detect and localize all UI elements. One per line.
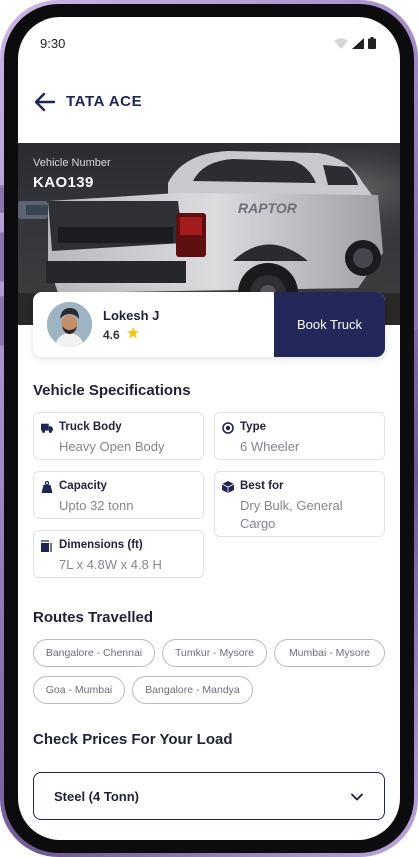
box-icon (222, 481, 234, 493)
status-icons (334, 37, 376, 49)
driver-photo (47, 302, 92, 347)
spec-label: Dimensions (ft) (59, 539, 143, 551)
route-chip[interactable]: Mumbai - Mysore (274, 639, 385, 667)
signal-icon (352, 38, 364, 49)
spec-label: Capacity (59, 480, 107, 492)
star-icon (127, 327, 139, 339)
chevron-down-icon (351, 793, 363, 801)
spec-value: Upto 32 tonn (59, 498, 134, 513)
wifi-icon (334, 38, 348, 49)
spec-card-dimensions: Dimensions (ft) 7L x 4.8W x 4.8 H (33, 530, 204, 578)
book-truck-button[interactable]: Book Truck (274, 292, 385, 357)
weight-icon (41, 481, 53, 493)
spec-label: Best for (240, 480, 284, 492)
driver-card: Lokesh J 4.6 Book Truck (33, 292, 385, 357)
spec-label: Type (240, 421, 266, 433)
prices-title: Check Prices For Your Load (33, 731, 233, 748)
truck-icon (41, 423, 53, 433)
status-time: 9:30 (40, 36, 66, 51)
spec-label: Truck Body (59, 421, 122, 433)
vehicle-number-label: Vehicle Number (33, 157, 111, 169)
driver-avatar (47, 302, 92, 347)
spec-card-type: Type 6 Wheeler (214, 412, 385, 460)
driver-rating: 4.6 (103, 328, 120, 342)
back-arrow-icon[interactable] (34, 91, 56, 113)
page-title: TATA ACE (66, 93, 143, 110)
spec-card-best-for: Best for Dry Bulk, General Cargo (214, 471, 385, 537)
route-chip[interactable]: Goa - Mumbai (33, 676, 125, 704)
phone-side-button (414, 250, 418, 330)
app-header: TATA ACE (18, 77, 400, 127)
load-select[interactable]: Steel (4 Tonn) (33, 772, 385, 820)
route-chip[interactable]: Tumkur - Mysore (162, 639, 267, 667)
route-chip[interactable]: Bangalore - Chennai (33, 639, 155, 667)
spec-card-capacity: Capacity Upto 32 tonn (33, 471, 204, 519)
routes-title: Routes Travelled (33, 609, 154, 626)
spec-card-truck-body: Truck Body Heavy Open Body (33, 412, 204, 460)
status-bar: 9:30 (18, 17, 400, 69)
vehicle-number: KAO139 (33, 174, 94, 191)
spec-value: 7L x 4.8W x 4.8 H (59, 557, 162, 572)
spec-value: 6 Wheeler (240, 439, 300, 454)
dimensions-icon (41, 540, 52, 552)
load-select-value: Steel (4 Tonn) (54, 789, 139, 804)
spec-value: Dry Bulk, General Cargo (240, 498, 343, 531)
battery-icon (368, 37, 376, 49)
app-screen: 9:30 TATA ACE RAPTOR Vehicle Number KAO1… (18, 17, 400, 840)
route-chip[interactable]: Bangalore - Mandya (132, 676, 253, 704)
specs-title: Vehicle Specifications (33, 382, 191, 399)
spec-value: Heavy Open Body (59, 439, 165, 454)
driver-name: Lokesh J (103, 308, 160, 323)
svg-text:RAPTOR: RAPTOR (238, 200, 298, 216)
wheel-icon (222, 422, 234, 434)
